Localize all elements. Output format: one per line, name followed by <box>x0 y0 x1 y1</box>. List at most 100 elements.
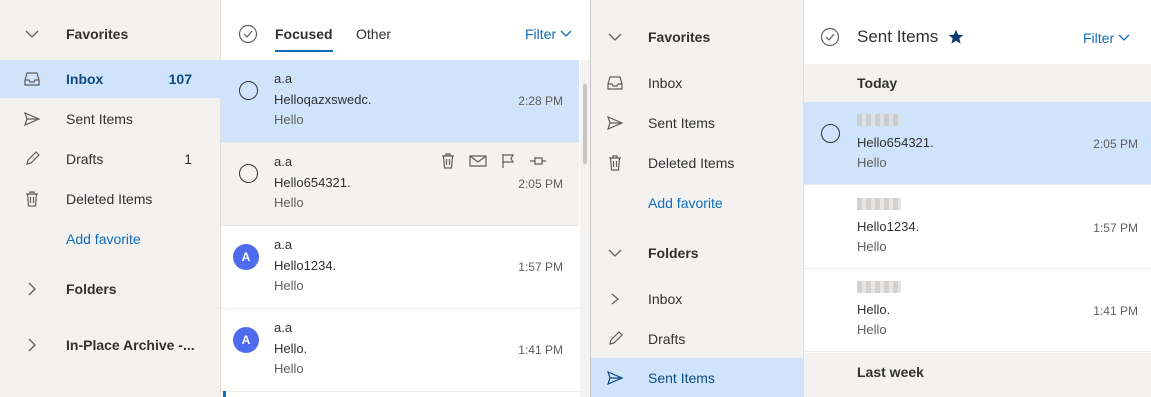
nav-item-label: Deleted Items <box>66 191 153 207</box>
loading-indicator <box>223 391 226 397</box>
message-row[interactable]: Hello654321. Hello 2:05 PM <box>804 102 1151 185</box>
unread-count: 107 <box>168 71 192 87</box>
message-preview: Hello <box>274 361 304 376</box>
scrollbar-thumb[interactable] <box>583 84 587 164</box>
message-time: 1:41 PM <box>1093 304 1138 318</box>
filter-button[interactable]: Filter <box>1083 30 1130 46</box>
message-preview: Hello <box>274 195 304 210</box>
tab-focused[interactable]: Focused <box>275 26 333 52</box>
message-time: 2:05 PM <box>1093 137 1138 151</box>
folders-header[interactable]: Folders <box>591 234 803 272</box>
filter-button[interactable]: Filter <box>525 26 572 42</box>
group-header-today: Today <box>804 64 1151 102</box>
quick-actions <box>441 153 547 169</box>
folder-item-inbox[interactable]: Inbox <box>591 280 803 318</box>
message-row[interactable]: a.a Hello654321. Hello 2:05 PM <box>221 143 579 226</box>
message-subject: Hello. <box>857 302 891 317</box>
nav-item-label: Inbox <box>648 75 683 91</box>
right-outlook-window: Favorites Inbox Sent Items Deleted Items… <box>590 0 1151 397</box>
inbox-icon <box>22 69 42 89</box>
message-sender: a.a <box>274 154 293 169</box>
avatar: A <box>233 327 259 353</box>
nav-item-label: Inbox <box>648 291 683 307</box>
message-row[interactable]: Hello1234. Hello 1:57 PM <box>804 186 1151 269</box>
message-preview: Hello <box>857 322 887 337</box>
tab-other[interactable]: Other <box>356 26 391 42</box>
avatar: A <box>233 244 259 270</box>
chevron-down-icon[interactable] <box>22 24 42 44</box>
nav-item-inbox[interactable]: Inbox 107 <box>0 60 221 98</box>
chevron-down-icon[interactable] <box>605 27 625 47</box>
select-radio[interactable] <box>239 81 258 100</box>
flag-icon[interactable] <box>501 153 515 169</box>
star-icon[interactable] <box>948 29 964 45</box>
select-radio[interactable] <box>239 164 258 183</box>
send-icon <box>605 113 625 133</box>
message-subject: Hello1234. <box>857 219 920 234</box>
favorites-label: Favorites <box>648 29 711 45</box>
folders-header[interactable]: Folders <box>0 270 221 308</box>
archive-label: In-Place Archive -... <box>66 337 195 353</box>
message-time: 1:57 PM <box>518 260 563 274</box>
add-favorite-label: Add favorite <box>66 231 141 247</box>
message-time: 2:28 PM <box>518 94 563 108</box>
nav-item-deleted-items[interactable]: Deleted Items <box>0 180 221 218</box>
folder-title-text: Sent Items <box>857 27 939 46</box>
nav-item-sent-items[interactable]: Sent Items <box>0 100 221 138</box>
message-subject: Hello654321. <box>857 135 934 150</box>
message-sender: a.a <box>274 237 293 252</box>
filter-label: Filter <box>1083 30 1115 46</box>
pin-icon[interactable] <box>529 153 547 169</box>
chevron-down-icon <box>1118 34 1130 41</box>
message-row[interactable]: a.a Helloqazxswedc. Hello 2:28 PM <box>221 60 579 143</box>
message-subject: Helloqazxswedc. <box>274 92 372 107</box>
redacted-sender <box>857 114 901 126</box>
message-list-scrollbar[interactable] <box>580 60 590 397</box>
nav-item-drafts[interactable]: Drafts 1 <box>0 140 221 178</box>
archive-header[interactable]: In-Place Archive -... <box>0 326 221 364</box>
delete-icon[interactable] <box>441 153 455 169</box>
redacted-sender <box>857 281 901 293</box>
pencil-icon <box>22 149 42 169</box>
add-favorite-label: Add favorite <box>648 195 723 211</box>
nav-item-label: Inbox <box>66 71 104 87</box>
chevron-right-icon[interactable] <box>22 335 42 355</box>
select-all-check-icon[interactable] <box>238 24 258 44</box>
send-icon <box>605 368 625 388</box>
folder-item-sent-items[interactable]: Sent Items <box>591 358 803 397</box>
favorites-header[interactable]: Favorites <box>0 15 221 53</box>
nav-item-sent-items[interactable]: Sent Items <box>591 104 803 142</box>
select-radio[interactable] <box>821 124 840 143</box>
folder-item-drafts[interactable]: Drafts <box>591 320 803 358</box>
mark-read-icon[interactable] <box>469 153 487 169</box>
group-header-label: Today <box>857 75 898 91</box>
message-row[interactable]: A a.a Hello. Hello 1:41 PM <box>221 309 579 392</box>
folders-label: Folders <box>66 281 117 297</box>
message-sender: a.a <box>274 71 293 86</box>
message-subject: Hello1234. <box>274 258 337 273</box>
add-favorite-link[interactable]: Add favorite <box>0 220 221 258</box>
favorites-label: Favorites <box>66 26 129 42</box>
message-preview: Hello <box>857 239 887 254</box>
message-row[interactable]: Hello. Hello 1:41 PM <box>804 269 1151 352</box>
group-header-last-week: Last week <box>804 353 1151 397</box>
chevron-down-icon <box>560 30 572 37</box>
add-favorite-link[interactable]: Add favorite <box>591 184 803 222</box>
nav-item-label: Sent Items <box>648 369 715 386</box>
message-time: 2:05 PM <box>518 177 563 191</box>
left-message-list: Focused Other Filter a.a Helloqazxswedc.… <box>221 0 590 397</box>
nav-item-label: Deleted Items <box>648 155 735 171</box>
message-sender: a.a <box>274 320 293 335</box>
chevron-down-icon[interactable] <box>605 243 625 263</box>
message-row[interactable]: A a.a Hello1234. Hello 1:57 PM <box>221 226 579 309</box>
nav-item-inbox[interactable]: Inbox <box>591 64 803 102</box>
select-all-check-icon[interactable] <box>820 27 840 47</box>
favorites-header[interactable]: Favorites <box>591 18 803 56</box>
pencil-icon <box>605 329 625 349</box>
chevron-right-icon[interactable] <box>22 279 42 299</box>
chevron-right-icon[interactable] <box>605 289 625 309</box>
message-preview: Hello <box>274 112 304 127</box>
group-header-label: Last week <box>857 364 924 380</box>
nav-item-label: Drafts <box>648 331 686 347</box>
nav-item-deleted-items[interactable]: Deleted Items <box>591 144 803 182</box>
